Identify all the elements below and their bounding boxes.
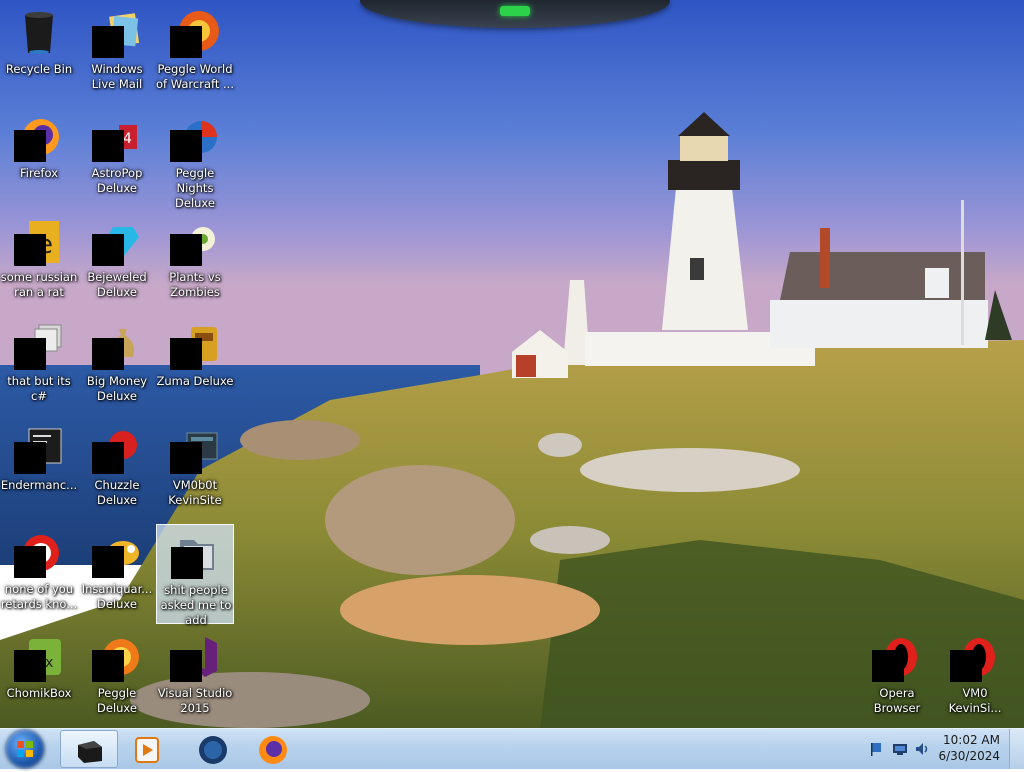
icon-label: VM0 KevinSi... <box>948 686 1002 715</box>
desktop-icon-endermanch[interactable]: Endermanc... <box>0 420 78 520</box>
taskbar-button-media-player[interactable] <box>118 730 176 768</box>
svg-text:4: 4 <box>123 131 132 147</box>
redaction-mask <box>170 234 202 266</box>
desktop-icon-chuzzle-deluxe[interactable]: Chuzzle Deluxe <box>78 420 156 520</box>
desktop-icon-peggle-deluxe[interactable]: Peggle Deluxe <box>78 628 156 728</box>
desktop-icon-astropop-deluxe[interactable]: 4 AstroPop Deluxe <box>78 108 156 208</box>
desktop-icon-vm0b0t-kevinsite[interactable]: VM0b0t KevinSite <box>156 420 234 520</box>
desktop-icon-big-money-deluxe[interactable]: Big Money Deluxe <box>78 316 156 416</box>
desktop-icon-insaniquarium-deluxe[interactable]: Insaniquar... Deluxe <box>78 524 156 624</box>
volume-icon[interactable] <box>914 741 930 757</box>
system-tray: 10:02 AM 6/30/2024 <box>860 729 1024 769</box>
redaction-mask <box>92 338 124 370</box>
desktop-icon-plants-vs-zombies[interactable]: Plants vs Zombies <box>156 212 234 312</box>
file-explorer-icon <box>78 741 102 763</box>
redaction-mask <box>950 650 982 682</box>
desktop-icon-that-but-its-csharp[interactable]: that but its c# <box>0 316 78 416</box>
globe-browser-icon <box>199 736 227 764</box>
icon-label: Opera Browser <box>873 686 921 715</box>
redaction-mask <box>14 442 46 474</box>
icon-label: AstroPop Deluxe <box>91 166 143 195</box>
taskbar-button-globe[interactable] <box>184 730 242 768</box>
redaction-mask <box>14 650 46 682</box>
icon-label: Chuzzle Deluxe <box>94 478 140 507</box>
desktop-icon-vm0-kevinsite[interactable]: VM0 KevinSi... <box>936 628 1014 728</box>
icon-label: Zuma Deluxe <box>156 374 234 388</box>
desktop-icon-opera-browser[interactable]: Opera Browser <box>858 628 936 728</box>
desktop-icon-visual-studio-2015[interactable]: Visual Studio 2015 <box>156 628 234 728</box>
icon-label: some russian ran a rat <box>0 270 78 299</box>
desktop-icon-chomikbox[interactable]: ox ChomikBox <box>0 628 78 728</box>
redaction-mask <box>92 442 124 474</box>
icon-label: Firefox <box>19 166 59 180</box>
taskbar-button-firefox[interactable] <box>244 730 302 768</box>
icon-label: Big Money Deluxe <box>86 374 148 403</box>
desktop-icon-peggle-nights-deluxe[interactable]: Peggle Nights Deluxe <box>156 108 234 210</box>
taskbar: 10:02 AM 6/30/2024 <box>0 728 1024 769</box>
start-button[interactable] <box>6 730 44 768</box>
show-desktop-button[interactable] <box>1009 729 1024 769</box>
icon-label: Recycle Bin <box>5 62 73 76</box>
icon-label: Bejeweled Deluxe <box>87 270 147 299</box>
desktop-icon-none-of-you[interactable]: none of you retards kno... <box>0 524 78 624</box>
desktop-icon-firefox[interactable]: Firefox <box>0 108 78 208</box>
redaction-mask <box>170 442 202 474</box>
firefox-icon <box>259 736 287 764</box>
clock-date[interactable]: 6/30/2024 <box>930 749 1000 763</box>
redaction-mask <box>92 546 124 578</box>
icon-label: Insaniquar... Deluxe <box>81 582 153 611</box>
desktop-icon-shit-people-asked-me-to-add[interactable]: shit people asked me to add <box>156 524 234 627</box>
icon-label: Peggle Deluxe <box>97 686 137 715</box>
redaction-mask <box>170 130 202 162</box>
redaction-mask <box>14 234 46 266</box>
redaction-mask <box>14 338 46 370</box>
desktop-icon-zuma-deluxe[interactable]: Zuma Deluxe <box>156 316 234 416</box>
redaction-mask <box>14 546 46 578</box>
media-player-icon <box>135 737 159 763</box>
icon-label: Peggle Nights Deluxe <box>175 166 215 210</box>
redaction-mask <box>92 130 124 162</box>
taskbar-button-explorer[interactable] <box>60 730 118 768</box>
icon-label: shit people asked me to add <box>160 583 232 627</box>
redaction-mask <box>92 234 124 266</box>
clock-time[interactable]: 10:02 AM <box>930 733 1000 747</box>
icon-label: Windows Live Mail <box>91 62 143 91</box>
desktop-icon-some-russian-ran-a-rat[interactable]: e some russian ran a rat <box>0 212 78 312</box>
redaction-mask <box>872 650 904 682</box>
icon-label: VM0b0t KevinSite <box>168 478 222 507</box>
desktop-icon-windows-live-mail[interactable]: Windows Live Mail <box>78 4 156 104</box>
icon-label: Visual Studio 2015 <box>157 686 233 715</box>
redaction-mask <box>171 547 203 579</box>
redaction-mask <box>170 26 202 58</box>
desktop-icon-peggle-world-of-warcraft[interactable]: Peggle World of Warcraft ... <box>156 4 234 104</box>
redaction-mask <box>92 26 124 58</box>
icon-label: Peggle World of Warcraft ... <box>156 62 234 91</box>
desktop-icon-recycle-bin[interactable]: Recycle Bin <box>0 4 78 104</box>
recycle-bin-icon <box>25 12 53 54</box>
icon-label: Plants vs Zombies <box>169 270 221 299</box>
flag-icon[interactable] <box>868 741 884 757</box>
desktop-icon-bejeweled-deluxe[interactable]: Bejeweled Deluxe <box>78 212 156 312</box>
redaction-mask <box>170 338 202 370</box>
icon-label: ChomikBox <box>6 686 72 700</box>
redaction-mask <box>92 650 124 682</box>
icon-label: Endermanc... <box>0 478 78 492</box>
icon-label: none of you retards kno... <box>0 582 78 611</box>
icon-label: that but its c# <box>7 374 71 403</box>
windows-logo-icon <box>17 741 33 757</box>
redaction-mask <box>170 650 202 682</box>
network-monitor-icon[interactable] <box>892 741 908 757</box>
status-light-icon <box>500 6 530 16</box>
redaction-mask <box>14 130 46 162</box>
